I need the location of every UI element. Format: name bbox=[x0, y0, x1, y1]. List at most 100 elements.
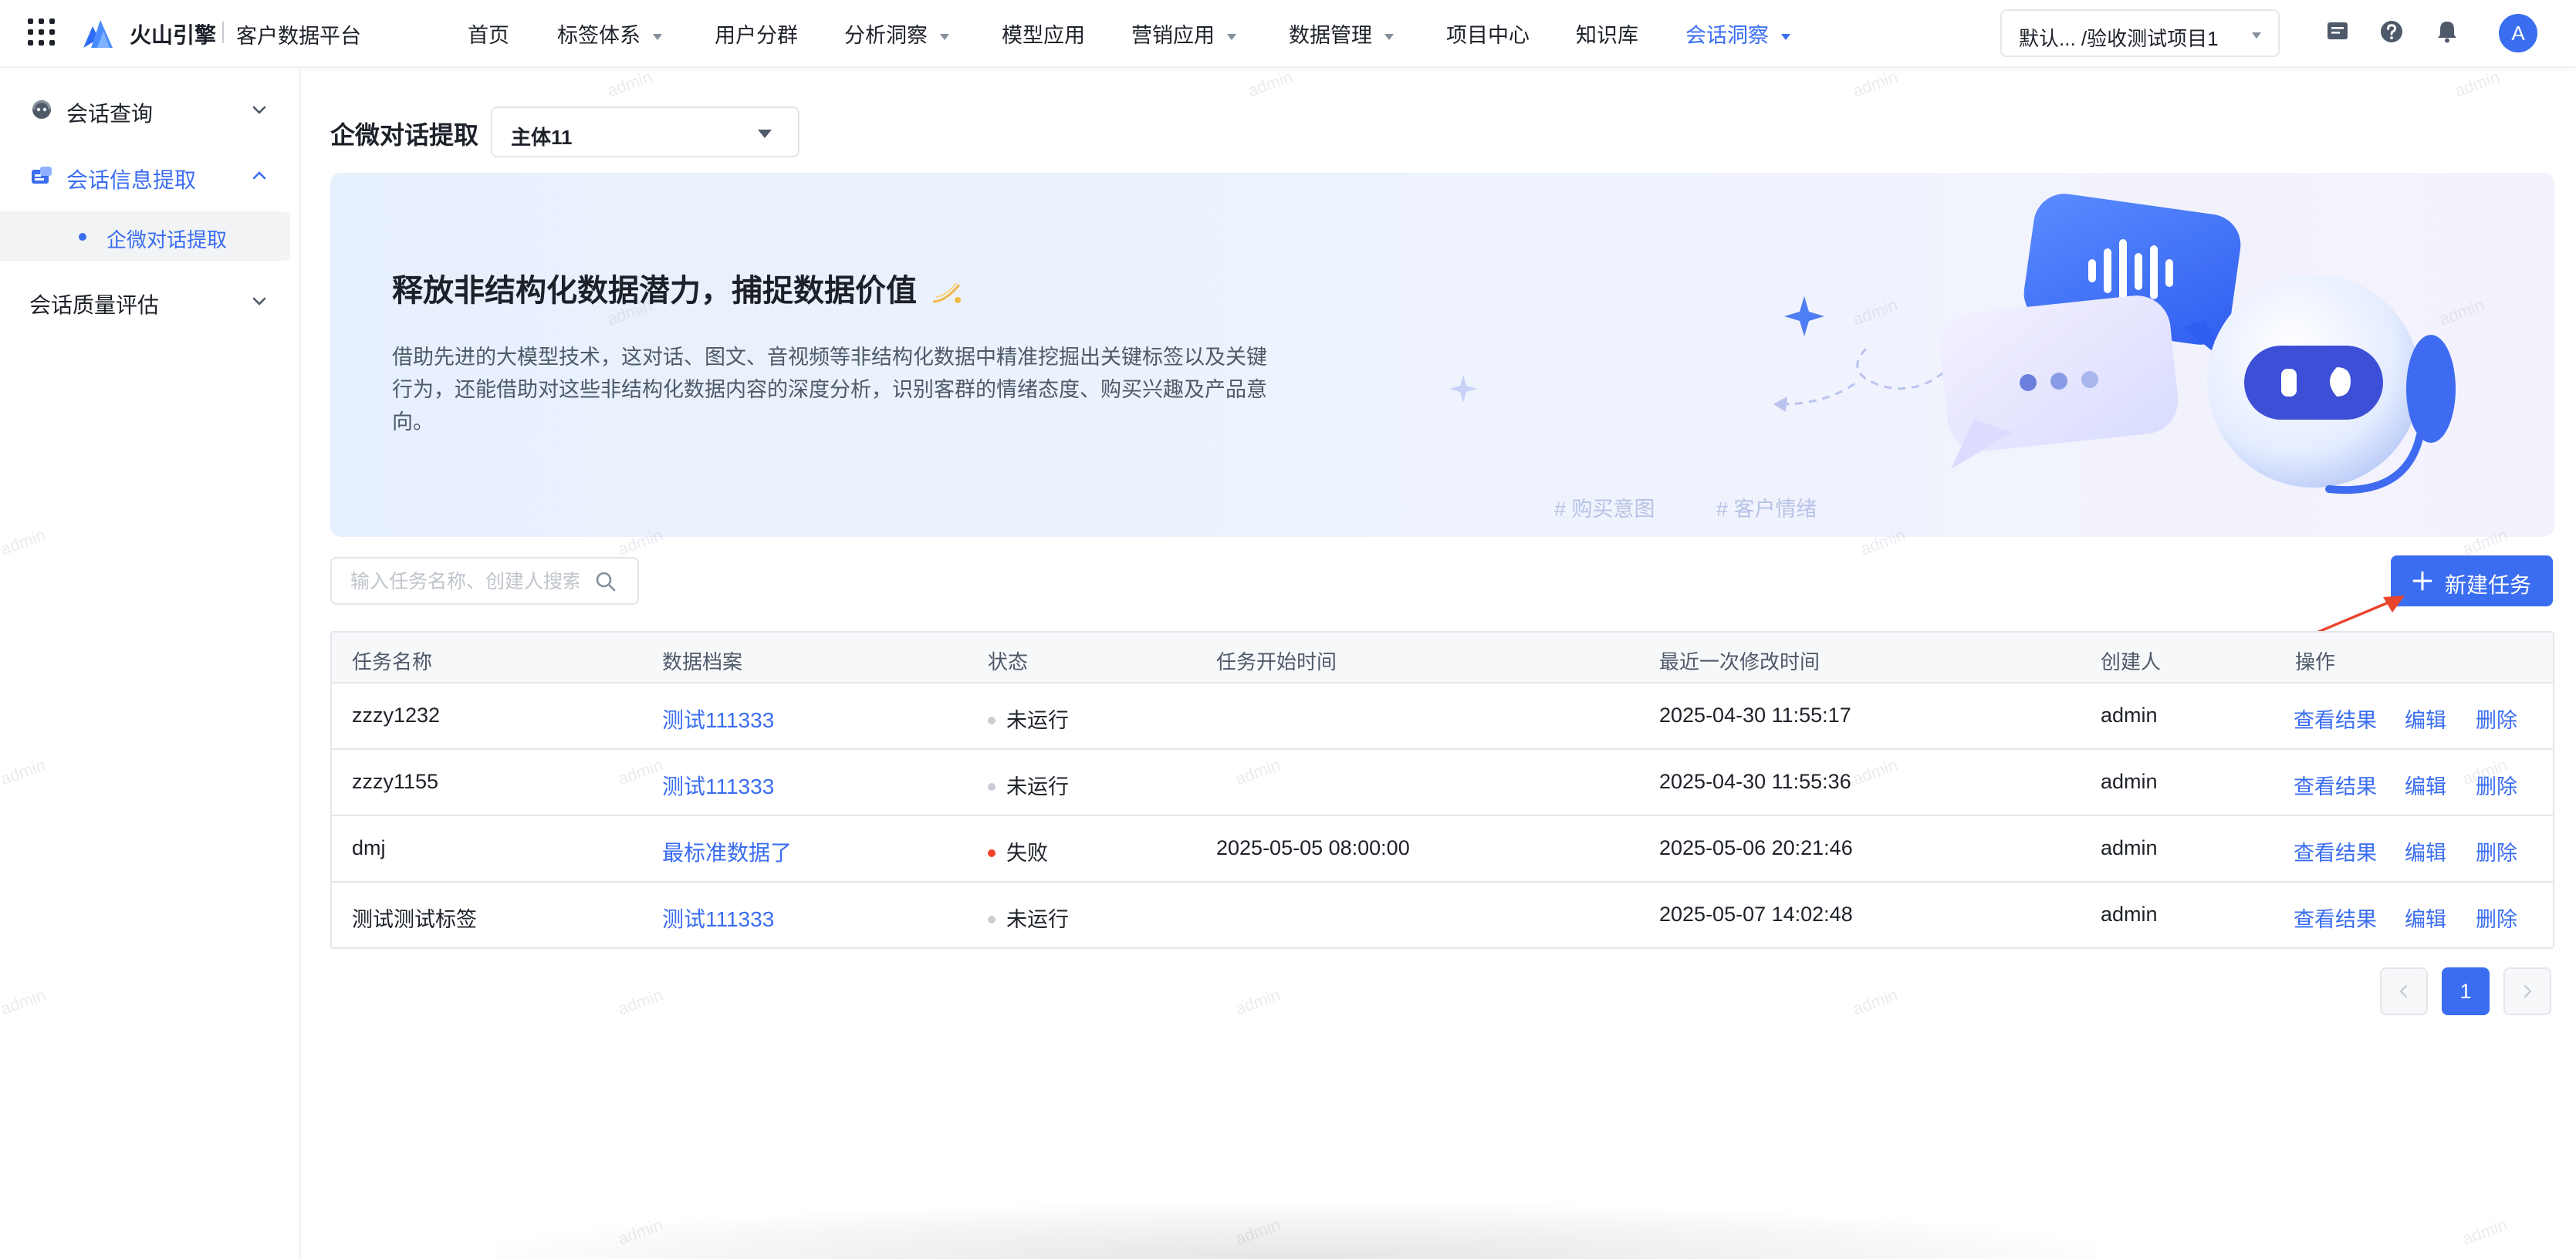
nav-knowledge-base[interactable]: 知识库 bbox=[1576, 19, 1638, 49]
apps-grid-icon[interactable] bbox=[28, 19, 56, 46]
column-header: 最近一次修改时间 bbox=[1659, 650, 1820, 673]
view-result-button[interactable]: 查看结果 bbox=[2294, 770, 2377, 800]
chevron-down-icon bbox=[1384, 33, 1394, 40]
page-title: 企微对话提取 bbox=[330, 121, 479, 149]
banner-description: 借助先进的大模型技术，这对话、图文、音视频等非结构化数据中精准挖掘出关键标签以及… bbox=[392, 346, 1267, 434]
user-avatar[interactable]: A bbox=[2499, 14, 2537, 52]
view-result-button[interactable]: 查看结果 bbox=[2294, 903, 2377, 933]
status-dot bbox=[988, 716, 996, 724]
creator: admin bbox=[2101, 903, 2158, 926]
creator: admin bbox=[2101, 704, 2158, 727]
column-header: 数据档案 bbox=[662, 650, 743, 673]
table-row: 测试测试标签 测试111333 未运行 2025-05-07 14:02:48 … bbox=[332, 883, 2553, 949]
brand-name: 火山引擎 bbox=[130, 23, 217, 47]
edit-button[interactable]: 编辑 bbox=[2405, 704, 2446, 734]
help-icon[interactable] bbox=[2378, 19, 2405, 45]
chevron-down-icon bbox=[2252, 32, 2261, 39]
page-number-current[interactable]: 1 bbox=[2442, 967, 2490, 1015]
chevron-left-icon bbox=[2399, 984, 2408, 998]
status-dot bbox=[988, 915, 996, 923]
info-extract-icon bbox=[32, 167, 52, 184]
chevron-down-icon bbox=[940, 33, 949, 40]
entity-selector[interactable]: 主体11 bbox=[491, 106, 800, 157]
next-page-button[interactable] bbox=[2503, 967, 2551, 1015]
creator: admin bbox=[2101, 770, 2158, 793]
column-header: 任务开始时间 bbox=[1216, 650, 1337, 673]
chevron-up-icon bbox=[252, 171, 266, 180]
sidebar-item-wecom-extraction[interactable]: 企微对话提取 bbox=[0, 211, 290, 261]
sidebar-group-info-extraction[interactable]: 会话信息提取 bbox=[0, 148, 301, 202]
chevron-down-icon bbox=[653, 33, 662, 40]
nav-tag-system[interactable]: 标签体系 bbox=[557, 19, 662, 49]
volcano-logo-icon bbox=[83, 20, 113, 48]
creator: admin bbox=[2101, 836, 2158, 859]
watermark: admin bbox=[1850, 984, 1901, 1019]
edit-button[interactable]: 编辑 bbox=[2405, 770, 2446, 800]
chevron-right-icon bbox=[2524, 984, 2532, 998]
search-input[interactable] bbox=[349, 569, 580, 594]
nav-home[interactable]: 首页 bbox=[468, 19, 509, 49]
message-icon[interactable] bbox=[2324, 19, 2351, 45]
task-search-box[interactable] bbox=[330, 557, 639, 605]
start-time: 2025-05-05 08:00:00 bbox=[1216, 836, 1410, 859]
edit-button[interactable]: 编辑 bbox=[2405, 903, 2446, 933]
nav-conversation-insight[interactable]: 会话洞察 bbox=[1685, 19, 1790, 49]
task-name: zzzy1232 bbox=[352, 704, 441, 727]
status-badge: 失败 bbox=[988, 836, 1048, 866]
modified-time: 2025-05-06 20:21:46 bbox=[1659, 836, 1853, 859]
archive-link[interactable]: 测试111333 bbox=[662, 704, 774, 734]
sidebar-group-conversation-query[interactable]: 会话查询 bbox=[0, 82, 301, 136]
project-selector[interactable]: 默认... /验收测试项目1 bbox=[2000, 9, 2280, 57]
modified-time: 2025-04-30 11:55:36 bbox=[1659, 770, 1851, 793]
status-dot bbox=[988, 782, 996, 791]
bell-icon[interactable] bbox=[2434, 19, 2460, 45]
nav-project-center[interactable]: 项目中心 bbox=[1446, 19, 1530, 49]
task-name: 测试测试标签 bbox=[352, 908, 477, 931]
archive-link[interactable]: 测试111333 bbox=[662, 770, 774, 801]
search-icon[interactable] bbox=[594, 570, 617, 593]
archive-link[interactable]: 最标准数据了 bbox=[662, 836, 792, 867]
delete-button[interactable]: 删除 bbox=[2476, 903, 2517, 933]
task-name: dmj bbox=[352, 836, 386, 859]
watermark: admin bbox=[2459, 1214, 2510, 1249]
view-result-button[interactable]: 查看结果 bbox=[2294, 704, 2377, 734]
nav-marketing[interactable]: 营销应用 bbox=[1131, 19, 1236, 49]
task-name: zzzy1155 bbox=[352, 770, 439, 793]
view-result-button[interactable]: 查看结果 bbox=[2294, 836, 2377, 866]
nav-data-management[interactable]: 数据管理 bbox=[1289, 19, 1394, 49]
chat-headset-icon bbox=[32, 100, 51, 119]
banner-title: 释放非结构化数据潜力，捕捉数据价值 bbox=[392, 265, 964, 310]
column-header: 状态 bbox=[988, 650, 1029, 673]
edit-button[interactable]: 编辑 bbox=[2405, 836, 2446, 866]
prev-page-button[interactable] bbox=[2380, 967, 2428, 1015]
task-table: 任务名称 数据档案 状态 任务开始时间 最近一次修改时间 创建人 操作 zzzy… bbox=[330, 631, 2554, 949]
table-row: zzzy1155 测试111333 未运行 2025-04-30 11:55:3… bbox=[332, 750, 2553, 816]
chevron-down-icon bbox=[1227, 33, 1236, 40]
modified-time: 2025-04-30 11:55:17 bbox=[1659, 704, 1851, 727]
bottom-shadow bbox=[494, 1203, 2099, 1259]
watermark: admin bbox=[2452, 66, 2503, 101]
brand-divider bbox=[222, 22, 224, 43]
delete-button[interactable]: 删除 bbox=[2476, 704, 2517, 734]
chevron-down-icon bbox=[252, 297, 266, 305]
nav-analysis[interactable]: 分析洞察 bbox=[844, 19, 949, 49]
status-badge: 未运行 bbox=[988, 704, 1069, 734]
sidebar-group-quality-assessment[interactable]: 会话质量评估 bbox=[0, 273, 301, 327]
top-navigation-bar: 火山引擎 客户数据平台 首页 标签体系 用户分群 分析洞察 模型应用 营销应用 … bbox=[0, 0, 2576, 68]
chat-robot-illustration bbox=[1449, 194, 2456, 494]
selected-dot bbox=[79, 233, 86, 241]
chevron-down-icon bbox=[1781, 33, 1790, 40]
archive-link[interactable]: 测试111333 bbox=[662, 903, 774, 933]
column-header: 创建人 bbox=[2101, 650, 2162, 673]
watermark: admin bbox=[615, 984, 666, 1019]
status-dot bbox=[988, 849, 996, 857]
column-header: 任务名称 bbox=[352, 650, 433, 673]
nav-model-apps[interactable]: 模型应用 bbox=[1002, 19, 1085, 49]
watermark: admin bbox=[1245, 66, 1296, 101]
nav-user-segments[interactable]: 用户分群 bbox=[715, 19, 798, 49]
sidebar: 会话查询 会话信息提取 企微对话提取 会话质量评估 bbox=[0, 69, 301, 1259]
status-badge: 未运行 bbox=[988, 770, 1069, 800]
modified-time: 2025-05-07 14:02:48 bbox=[1659, 903, 1853, 926]
delete-button[interactable]: 删除 bbox=[2476, 836, 2517, 866]
delete-button[interactable]: 删除 bbox=[2476, 770, 2517, 800]
